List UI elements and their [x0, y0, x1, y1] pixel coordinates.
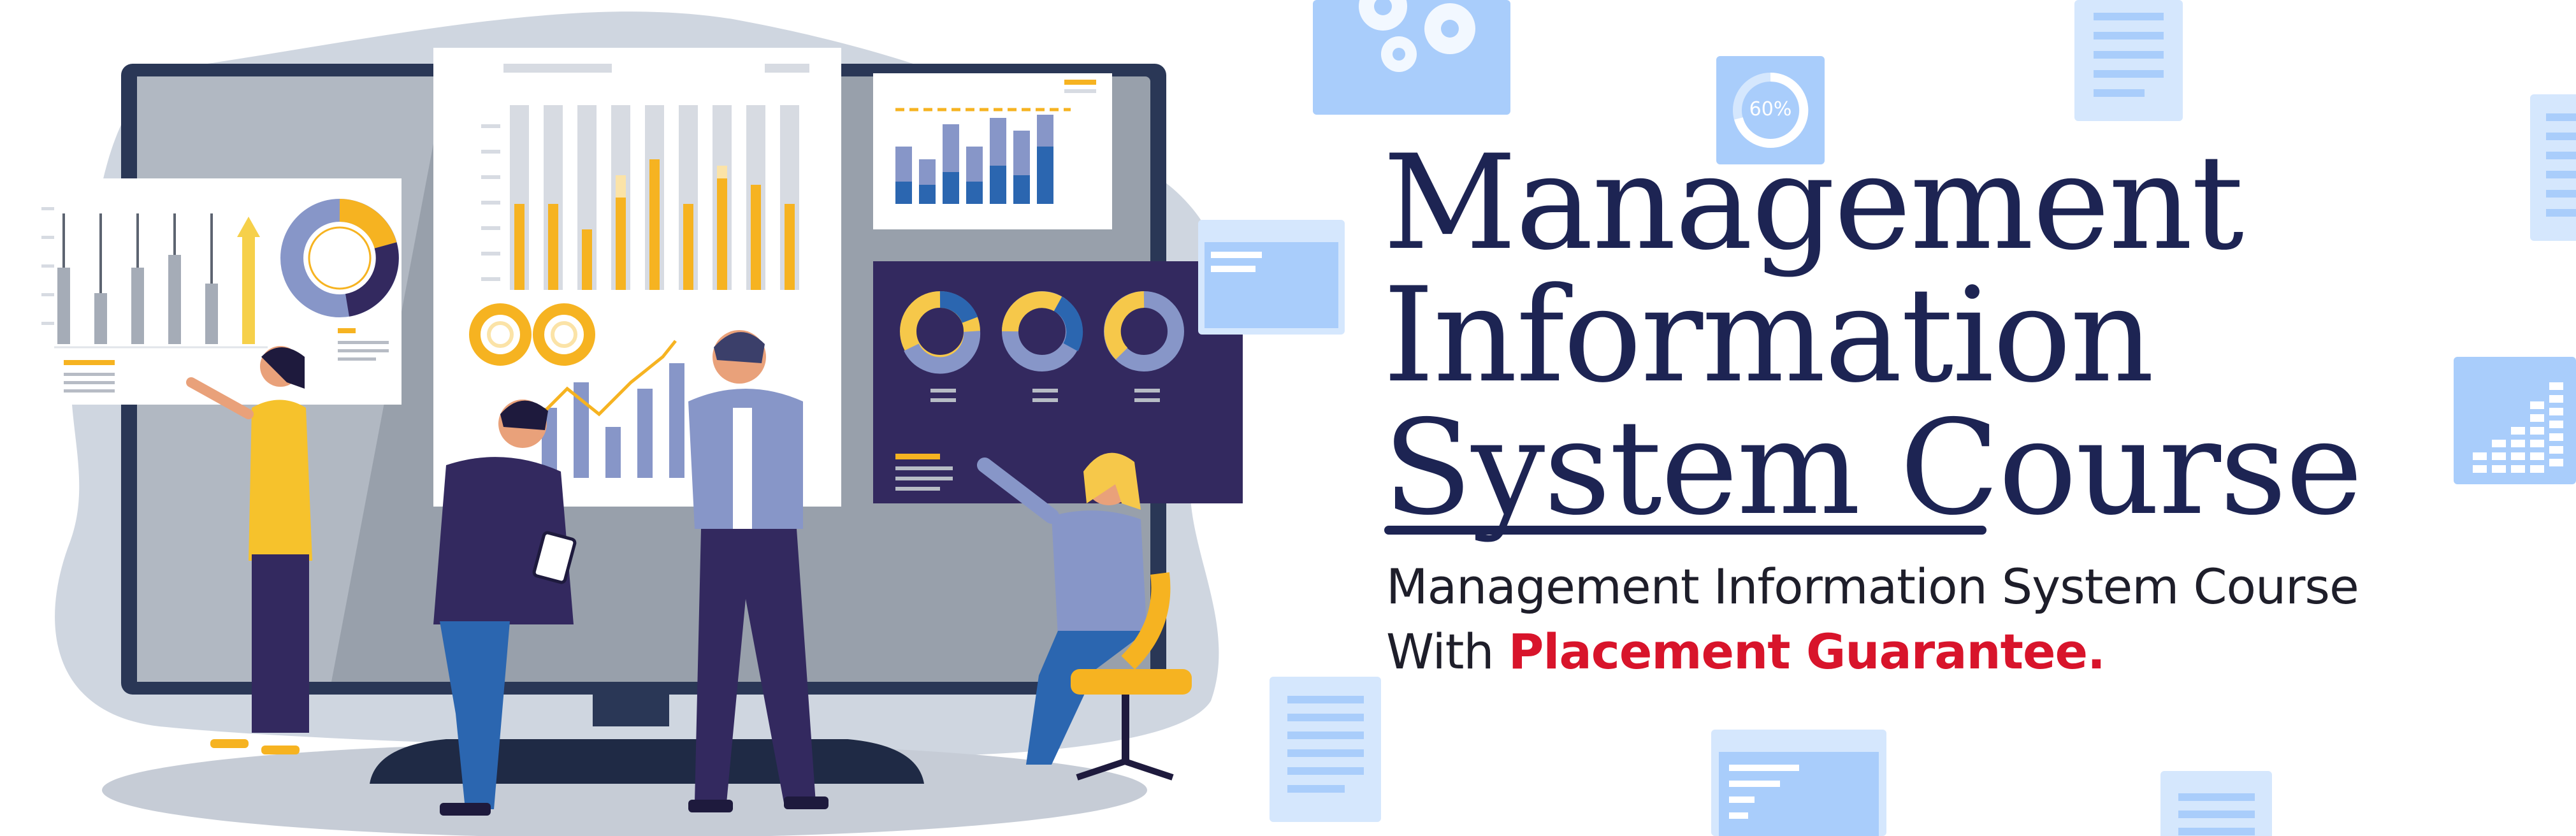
subtitle: Management Information System Course Wit… [1386, 554, 2533, 684]
title-line-3: System Course [1383, 393, 2363, 544]
left-chart-panel [38, 178, 402, 405]
subtitle-line-1: Management Information System Course [1386, 558, 2359, 615]
page-title: Management Information System Course [1383, 137, 2403, 535]
bar-chart-icon [2454, 357, 2576, 484]
title-line-1: Management [1383, 127, 2244, 279]
subtitle-prefix: With [1386, 623, 1494, 680]
gear-icon [1313, 0, 1510, 115]
title-line-2: Information [1383, 260, 2154, 412]
top-right-chart-panel [873, 73, 1112, 229]
donut-percent-label: 60% [1749, 98, 1792, 120]
browser-window-icon [1711, 730, 1886, 836]
business-analytics-illustration [38, 11, 1243, 836]
document-icon [2530, 94, 2576, 241]
subtitle-line-2: With Placement Guarantee. [1386, 619, 2533, 684]
document-icon [2160, 771, 2272, 836]
document-icon [2074, 0, 2183, 121]
right-donut-panel [873, 261, 1243, 503]
document-icon [1270, 677, 1381, 822]
title-underline [1384, 526, 1986, 535]
placement-guarantee-highlight: Placement Guarantee. [1508, 623, 2106, 680]
browser-window-icon [1198, 220, 1345, 335]
